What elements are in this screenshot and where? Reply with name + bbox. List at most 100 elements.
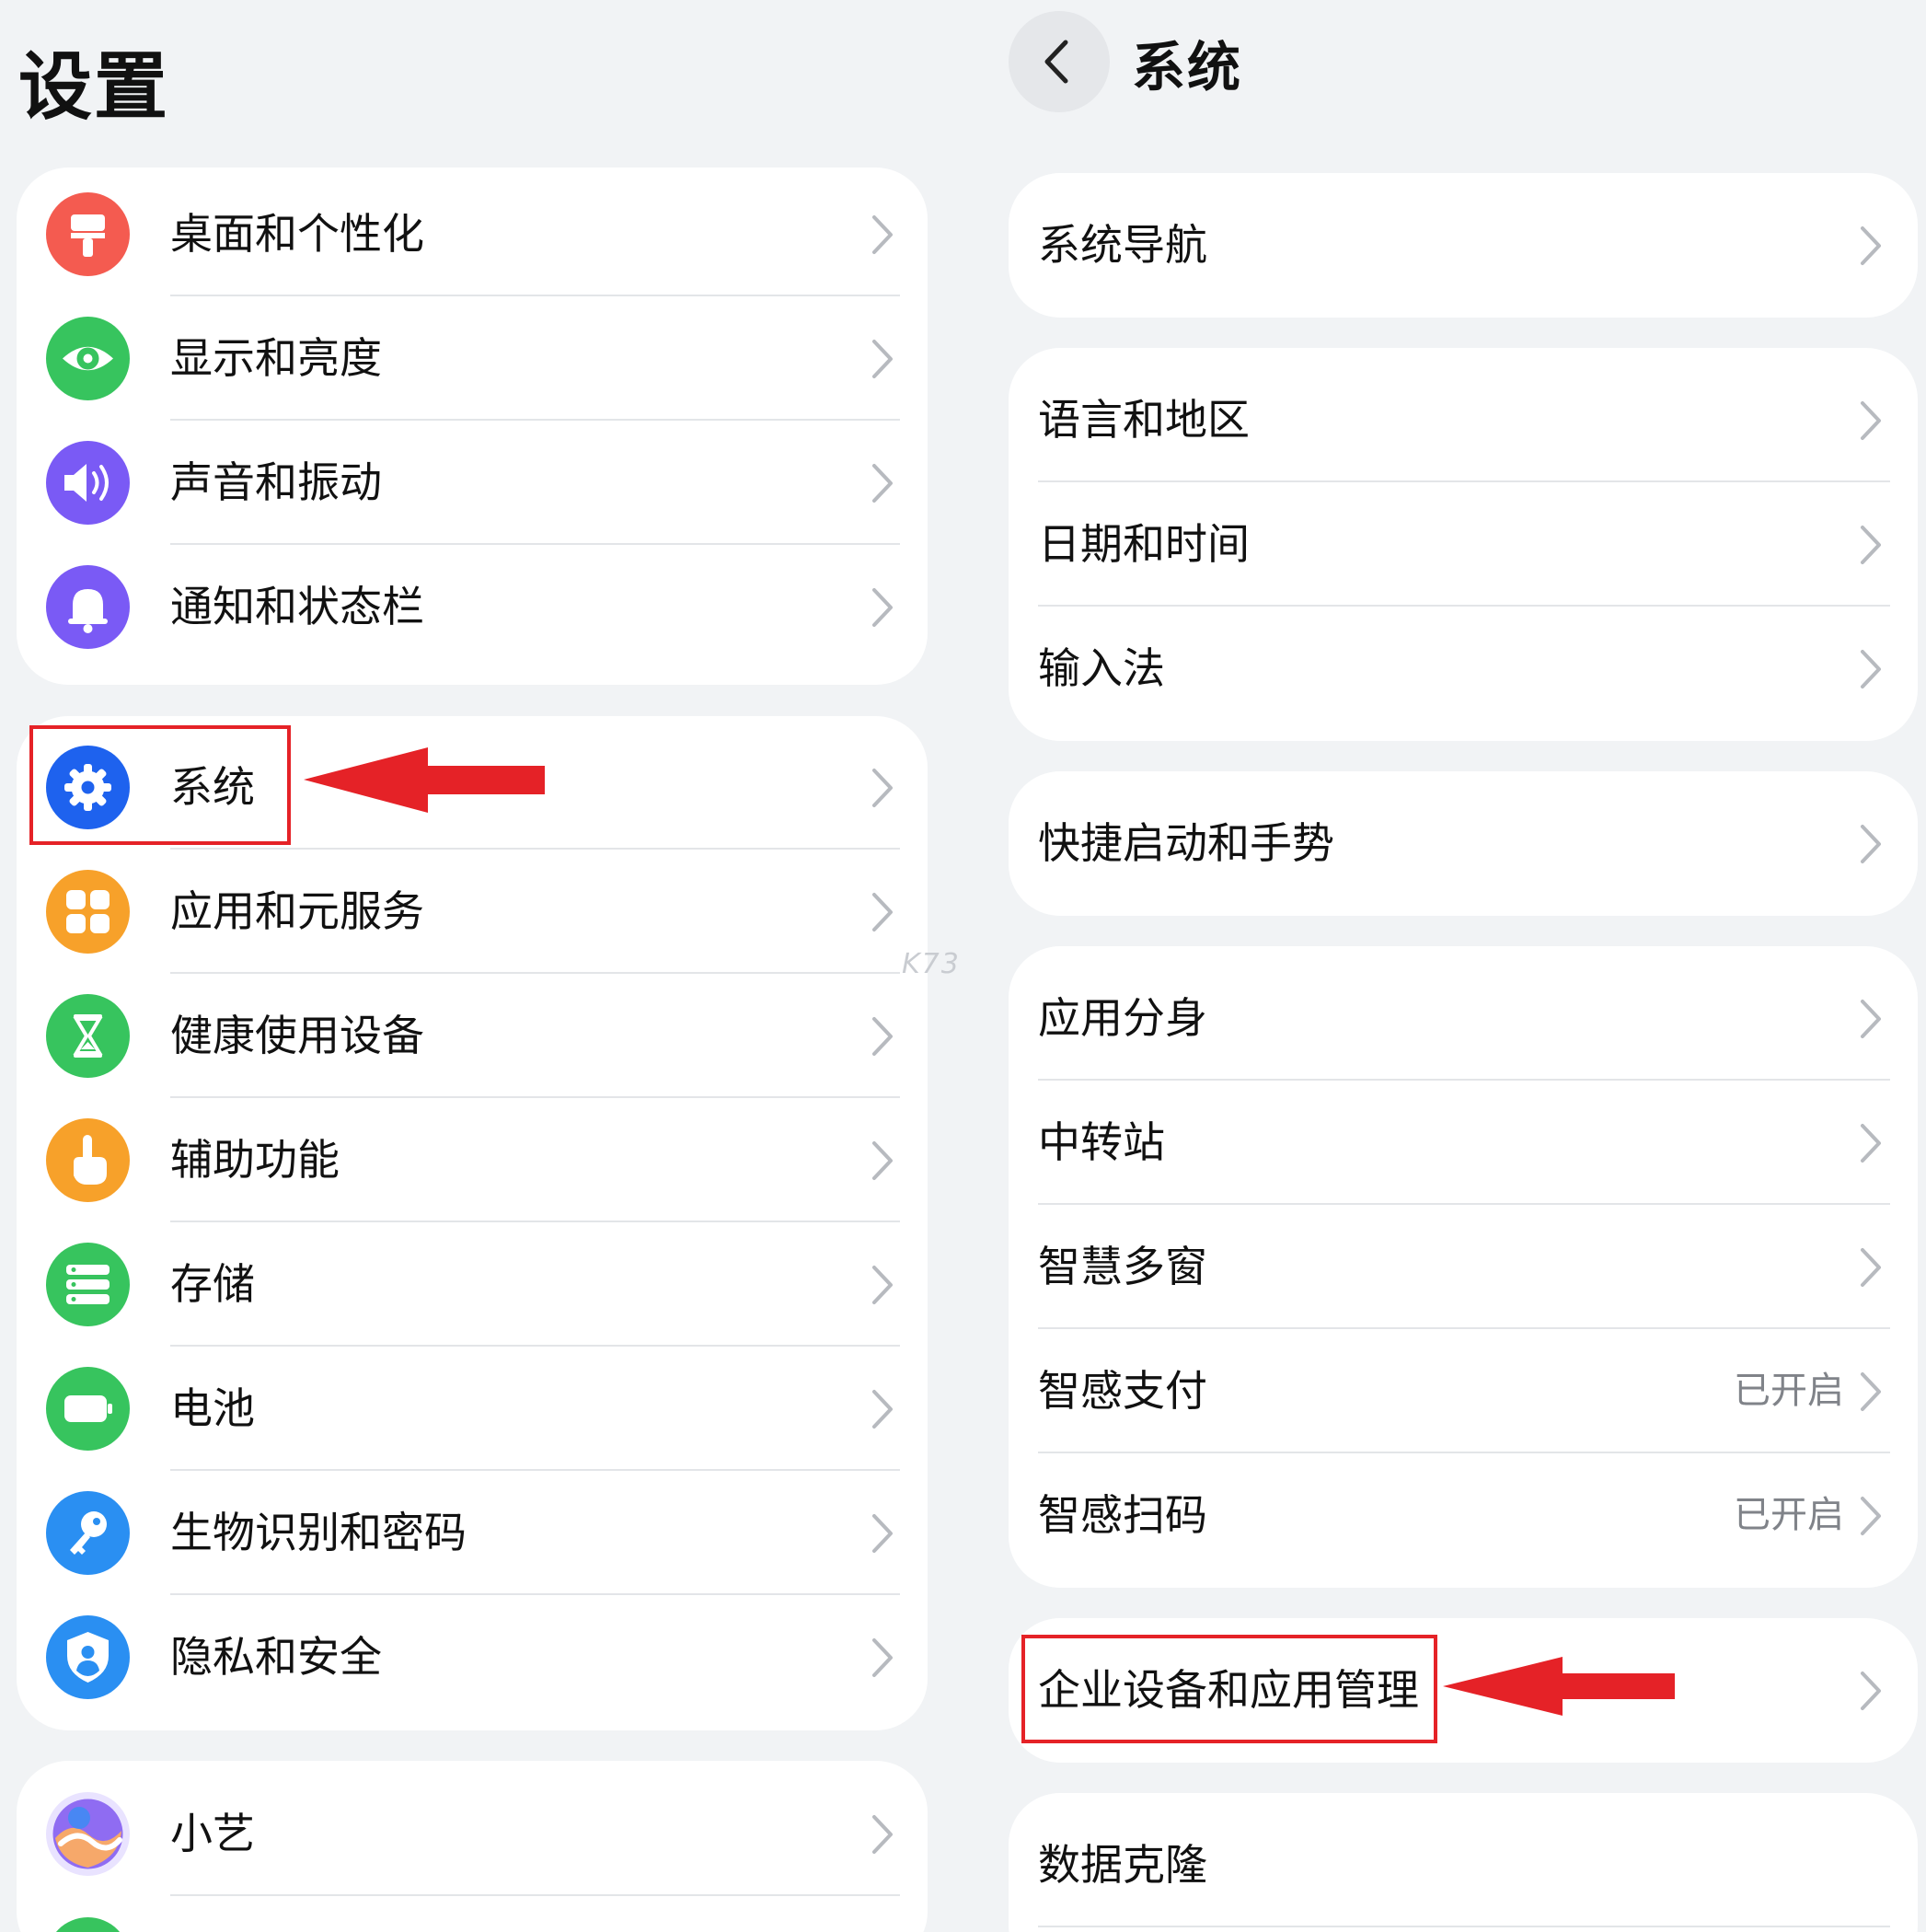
system-group-clone: 数据克隆	[1009, 1793, 1918, 1932]
system-item-label: 快捷启动和手势	[1038, 818, 1334, 868]
chevron-right-icon	[872, 1017, 893, 1056]
system-group-gestures: 快捷启动和手势	[1009, 771, 1918, 916]
chevron-right-icon	[872, 893, 893, 931]
chevron-right-icon	[1861, 401, 1881, 440]
hand-pointer-icon	[46, 1118, 130, 1202]
chevron-right-icon	[872, 1266, 893, 1304]
system-item-smart-multiwindow[interactable]: 智慧多窗	[1009, 1205, 1918, 1329]
chevron-right-icon	[872, 769, 893, 807]
system-item-app-twin[interactable]: 应用分身	[1009, 956, 1918, 1081]
battery-icon	[46, 1367, 130, 1451]
system-item-label: 日期和时间	[1038, 519, 1250, 569]
chevron-right-icon	[872, 1390, 893, 1429]
settings-item-health-use[interactable]: 健康使用设备	[17, 974, 928, 1098]
system-item-shortcuts-gestures[interactable]: 快捷启动和手势	[1009, 781, 1918, 906]
settings-item-accessibility[interactable]: 辅助功能	[17, 1098, 928, 1222]
settings-item-xiaoyi[interactable]: 小艺	[17, 1772, 928, 1896]
app-icon-partial	[46, 1917, 130, 1932]
status-value: 已开启	[1734, 1494, 1844, 1536]
red-arrow-left-icon	[1443, 1657, 1675, 1716]
settings-item-label: 生物识别和密码	[170, 1508, 467, 1557]
bell-icon	[46, 565, 130, 649]
eye-icon	[46, 317, 130, 400]
settings-item-label: 小艺	[170, 1809, 255, 1858]
chevron-right-icon	[1861, 1248, 1881, 1287]
settings-item-label: 通知和状态栏	[170, 582, 424, 631]
settings-item-sound[interactable]: 声音和振动	[17, 421, 928, 545]
settings-item-label: 桌面和个性化	[170, 209, 424, 259]
settings-item-notifications[interactable]: 通知和状态栏	[17, 545, 928, 669]
settings-item-label: 隐私和安全	[170, 1632, 382, 1682]
settings-item-storage[interactable]: 存储	[17, 1222, 928, 1347]
system-group-locale: 语言和地区 日期和时间 输入法	[1009, 348, 1918, 741]
system-item-data-clone[interactable]: 数据克隆	[1009, 1803, 1918, 1927]
highlight-box-system	[29, 725, 291, 845]
watermark: K73	[902, 948, 961, 980]
system-item-date-time[interactable]: 日期和时间	[1009, 482, 1918, 607]
system-group-navigation: 系统导航	[1009, 173, 1918, 318]
system-item-smart-payment[interactable]: 智感支付 已开启	[1009, 1329, 1918, 1453]
assistant-orb-icon	[46, 1792, 130, 1876]
chevron-right-icon	[1861, 1000, 1881, 1038]
page-title-system: 系统	[1132, 36, 1243, 98]
chevron-right-icon	[1861, 226, 1881, 265]
settings-item-privacy[interactable]: 隐私和安全	[17, 1595, 928, 1719]
chevron-right-icon	[872, 1514, 893, 1553]
settings-item-label: 显示和亮度	[170, 333, 382, 383]
system-item-navigation[interactable]: 系统导航	[1009, 183, 1918, 307]
system-item-language[interactable]: 语言和地区	[1009, 358, 1918, 482]
settings-item-label: 应用和元服务	[170, 886, 424, 936]
highlight-box-enterprise	[1021, 1635, 1437, 1743]
chevron-right-icon	[872, 1141, 893, 1180]
system-item-label: 智感支付	[1038, 1366, 1207, 1416]
system-item-label: 数据克隆	[1038, 1840, 1207, 1890]
red-arrow-left-icon	[304, 747, 545, 813]
chevron-right-icon	[1861, 1372, 1881, 1411]
chevron-right-icon	[872, 1638, 893, 1677]
settings-item-label: 存储	[170, 1259, 255, 1309]
key-icon	[46, 1491, 130, 1575]
hourglass-icon	[46, 994, 130, 1078]
chevron-right-icon	[872, 340, 893, 378]
settings-panel: 设置 桌面和个性化 显示和亮度 声音和振动 通知和状态栏 系统 应用和元服务 健…	[0, 0, 966, 1932]
system-item-label: 系统导航	[1038, 220, 1207, 270]
system-item-input-method[interactable]: 输入法	[1009, 607, 1918, 731]
settings-item-battery[interactable]: 电池	[17, 1347, 928, 1471]
settings-item-desktop[interactable]: 桌面和个性化	[17, 172, 928, 296]
page-title: 设置	[18, 44, 169, 130]
apps-grid-icon	[46, 870, 130, 954]
shield-user-icon	[46, 1615, 130, 1699]
chevron-right-icon	[1861, 825, 1881, 863]
chevron-right-icon	[872, 1815, 893, 1854]
back-button[interactable]	[1009, 11, 1110, 112]
settings-item-label: 辅助功能	[170, 1135, 340, 1185]
system-item-label: 智感扫码	[1038, 1490, 1207, 1540]
status-value: 已开启	[1734, 1370, 1844, 1412]
chevron-right-icon	[1861, 650, 1881, 688]
settings-group-system: 系统 应用和元服务 健康使用设备 辅助功能 存储 电池 生物识别和密码 隐私和安…	[17, 716, 928, 1730]
settings-item-display[interactable]: 显示和亮度	[17, 296, 928, 421]
system-item-label: 语言和地区	[1038, 395, 1250, 445]
settings-item-biometrics[interactable]: 生物识别和密码	[17, 1471, 928, 1595]
divider	[170, 1894, 900, 1896]
chevron-right-icon	[1861, 526, 1881, 564]
system-item-label: 中转站	[1038, 1117, 1165, 1167]
chevron-right-icon	[872, 588, 893, 627]
settings-item-label: 健康使用设备	[170, 1011, 424, 1060]
chevron-right-icon	[872, 215, 893, 254]
speaker-icon	[46, 441, 130, 525]
system-item-smart-scan[interactable]: 智感扫码 已开启	[1009, 1453, 1918, 1578]
chevron-right-icon	[1861, 1672, 1881, 1710]
settings-item-label: 电池	[170, 1383, 255, 1433]
storage-icon	[46, 1243, 130, 1326]
settings-group-personalization: 桌面和个性化 显示和亮度 声音和振动 通知和状态栏	[17, 168, 928, 685]
system-group-smart-features: 应用分身 中转站 智慧多窗 智感支付 已开启 智感扫码 已开启	[1009, 946, 1918, 1588]
chevron-right-icon	[1861, 1124, 1881, 1163]
settings-group-assistant: 小艺	[17, 1761, 928, 1932]
system-item-transfer-station[interactable]: 中转站	[1009, 1081, 1918, 1205]
chevron-left-icon	[1044, 40, 1068, 84]
settings-item-apps[interactable]: 应用和元服务	[17, 850, 928, 974]
divider	[1038, 1926, 1890, 1927]
settings-item-label: 声音和振动	[170, 457, 382, 507]
system-item-label: 应用分身	[1038, 993, 1207, 1043]
